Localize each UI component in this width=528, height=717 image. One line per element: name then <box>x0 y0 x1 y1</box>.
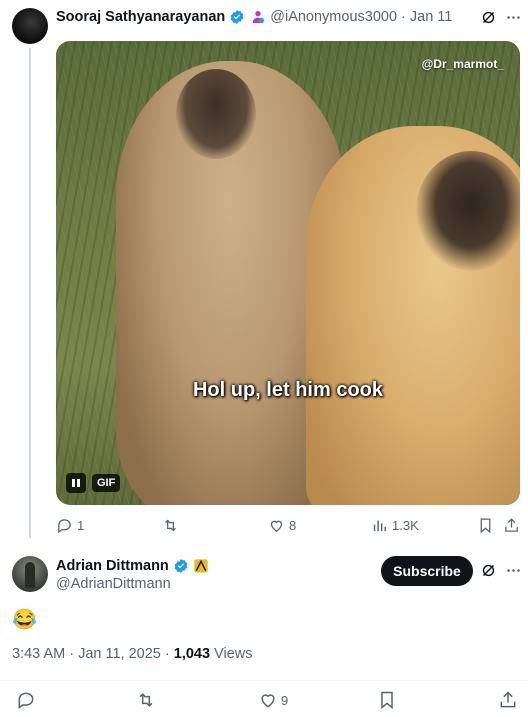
separator-dot: · <box>160 646 174 662</box>
more-button[interactable] <box>505 9 522 26</box>
media-caption: Hol up, let him cook <box>192 379 383 401</box>
reply-count: 1 <box>77 518 85 533</box>
grok-button[interactable] <box>480 562 497 579</box>
divider <box>0 680 528 681</box>
handle[interactable]: @iAnonymous3000 <box>270 9 397 25</box>
grok-icon <box>482 564 495 577</box>
retweet-button[interactable] <box>162 517 179 534</box>
views-button[interactable]: 1.3K <box>371 517 419 534</box>
avatar-sooraj[interactable] <box>12 8 48 44</box>
reply-button[interactable]: 1 <box>56 517 84 534</box>
like-count: 8 <box>289 518 297 533</box>
share-icon <box>505 518 518 532</box>
tweet-media-gif[interactable]: @Dr_marmot_ Hol up, let him cook GIF <box>56 41 520 505</box>
pause-icon <box>72 479 80 487</box>
views-icon <box>373 520 386 532</box>
affiliate-badge-icon <box>252 11 265 23</box>
media-watermark: @Dr_marmot_ <box>421 57 504 71</box>
bookmark-icon <box>381 691 393 710</box>
views-count: 1.3K <box>392 518 419 533</box>
display-name[interactable]: Sooraj Sathyanarayanan <box>56 9 225 25</box>
tweet2-header: Adrian Dittmann <box>56 558 209 574</box>
tweet-date[interactable]: Jan 11 <box>410 9 452 25</box>
tweet1-header: Sooraj Sathyanarayanan @iAnonymous3000 ·… <box>56 9 452 25</box>
marmot-right-face <box>416 151 520 271</box>
tweet-body: 😂 <box>12 607 37 632</box>
pause-button[interactable] <box>66 473 86 493</box>
bookmark-button[interactable] <box>377 690 397 710</box>
display-name[interactable]: Adrian Dittmann <box>56 558 169 574</box>
like-button[interactable]: 8 <box>268 517 296 534</box>
reply-icon <box>58 519 71 534</box>
more-button[interactable] <box>505 562 522 579</box>
views-count: 1,043 <box>173 646 211 662</box>
like-icon <box>270 520 283 532</box>
like-button[interactable]: 9 <box>258 690 288 710</box>
retweet-icon <box>139 693 153 707</box>
bookmark-button[interactable] <box>477 517 494 534</box>
more-icon <box>507 569 520 572</box>
subscribe-button[interactable]: Subscribe <box>381 556 473 586</box>
gif-controls: GIF <box>66 473 121 493</box>
separator-dot: · <box>65 646 79 662</box>
like-count: 9 <box>281 692 289 708</box>
tweet-text: 😂 <box>12 609 37 631</box>
verified-badge-icon <box>230 10 244 24</box>
reply-icon <box>18 692 34 709</box>
separator-dot: · <box>401 9 406 25</box>
tweet2-handle-row: @AdrianDittmann <box>56 576 171 592</box>
verified-badge-icon <box>174 559 188 573</box>
bookmark-icon <box>480 518 491 534</box>
marmot-left-face <box>176 69 256 159</box>
thread-connector-line <box>29 48 31 538</box>
tweet-metadata: 3:43 AM · Jan 11, 2025 · 1,043 Views <box>12 646 252 662</box>
share-icon <box>500 691 516 708</box>
views-label: Views <box>214 646 253 662</box>
tweet-time[interactable]: 3:43 AM <box>12 646 65 662</box>
more-icon <box>507 16 520 19</box>
share-button[interactable] <box>498 690 518 710</box>
grok-button[interactable] <box>480 9 497 26</box>
share-button[interactable] <box>503 517 520 534</box>
avatar-adrian[interactable] <box>12 556 48 592</box>
tweet-full-date[interactable]: Jan 11, 2025 <box>78 646 161 662</box>
gif-badge: GIF <box>92 474 121 492</box>
retweet-icon <box>165 519 176 532</box>
grok-icon <box>482 11 495 24</box>
handle[interactable]: @AdrianDittmann <box>56 576 171 592</box>
retweet-button[interactable] <box>136 690 156 710</box>
reply-button[interactable] <box>16 690 36 710</box>
like-icon <box>261 694 275 708</box>
affiliate-badge-icon <box>194 559 208 573</box>
